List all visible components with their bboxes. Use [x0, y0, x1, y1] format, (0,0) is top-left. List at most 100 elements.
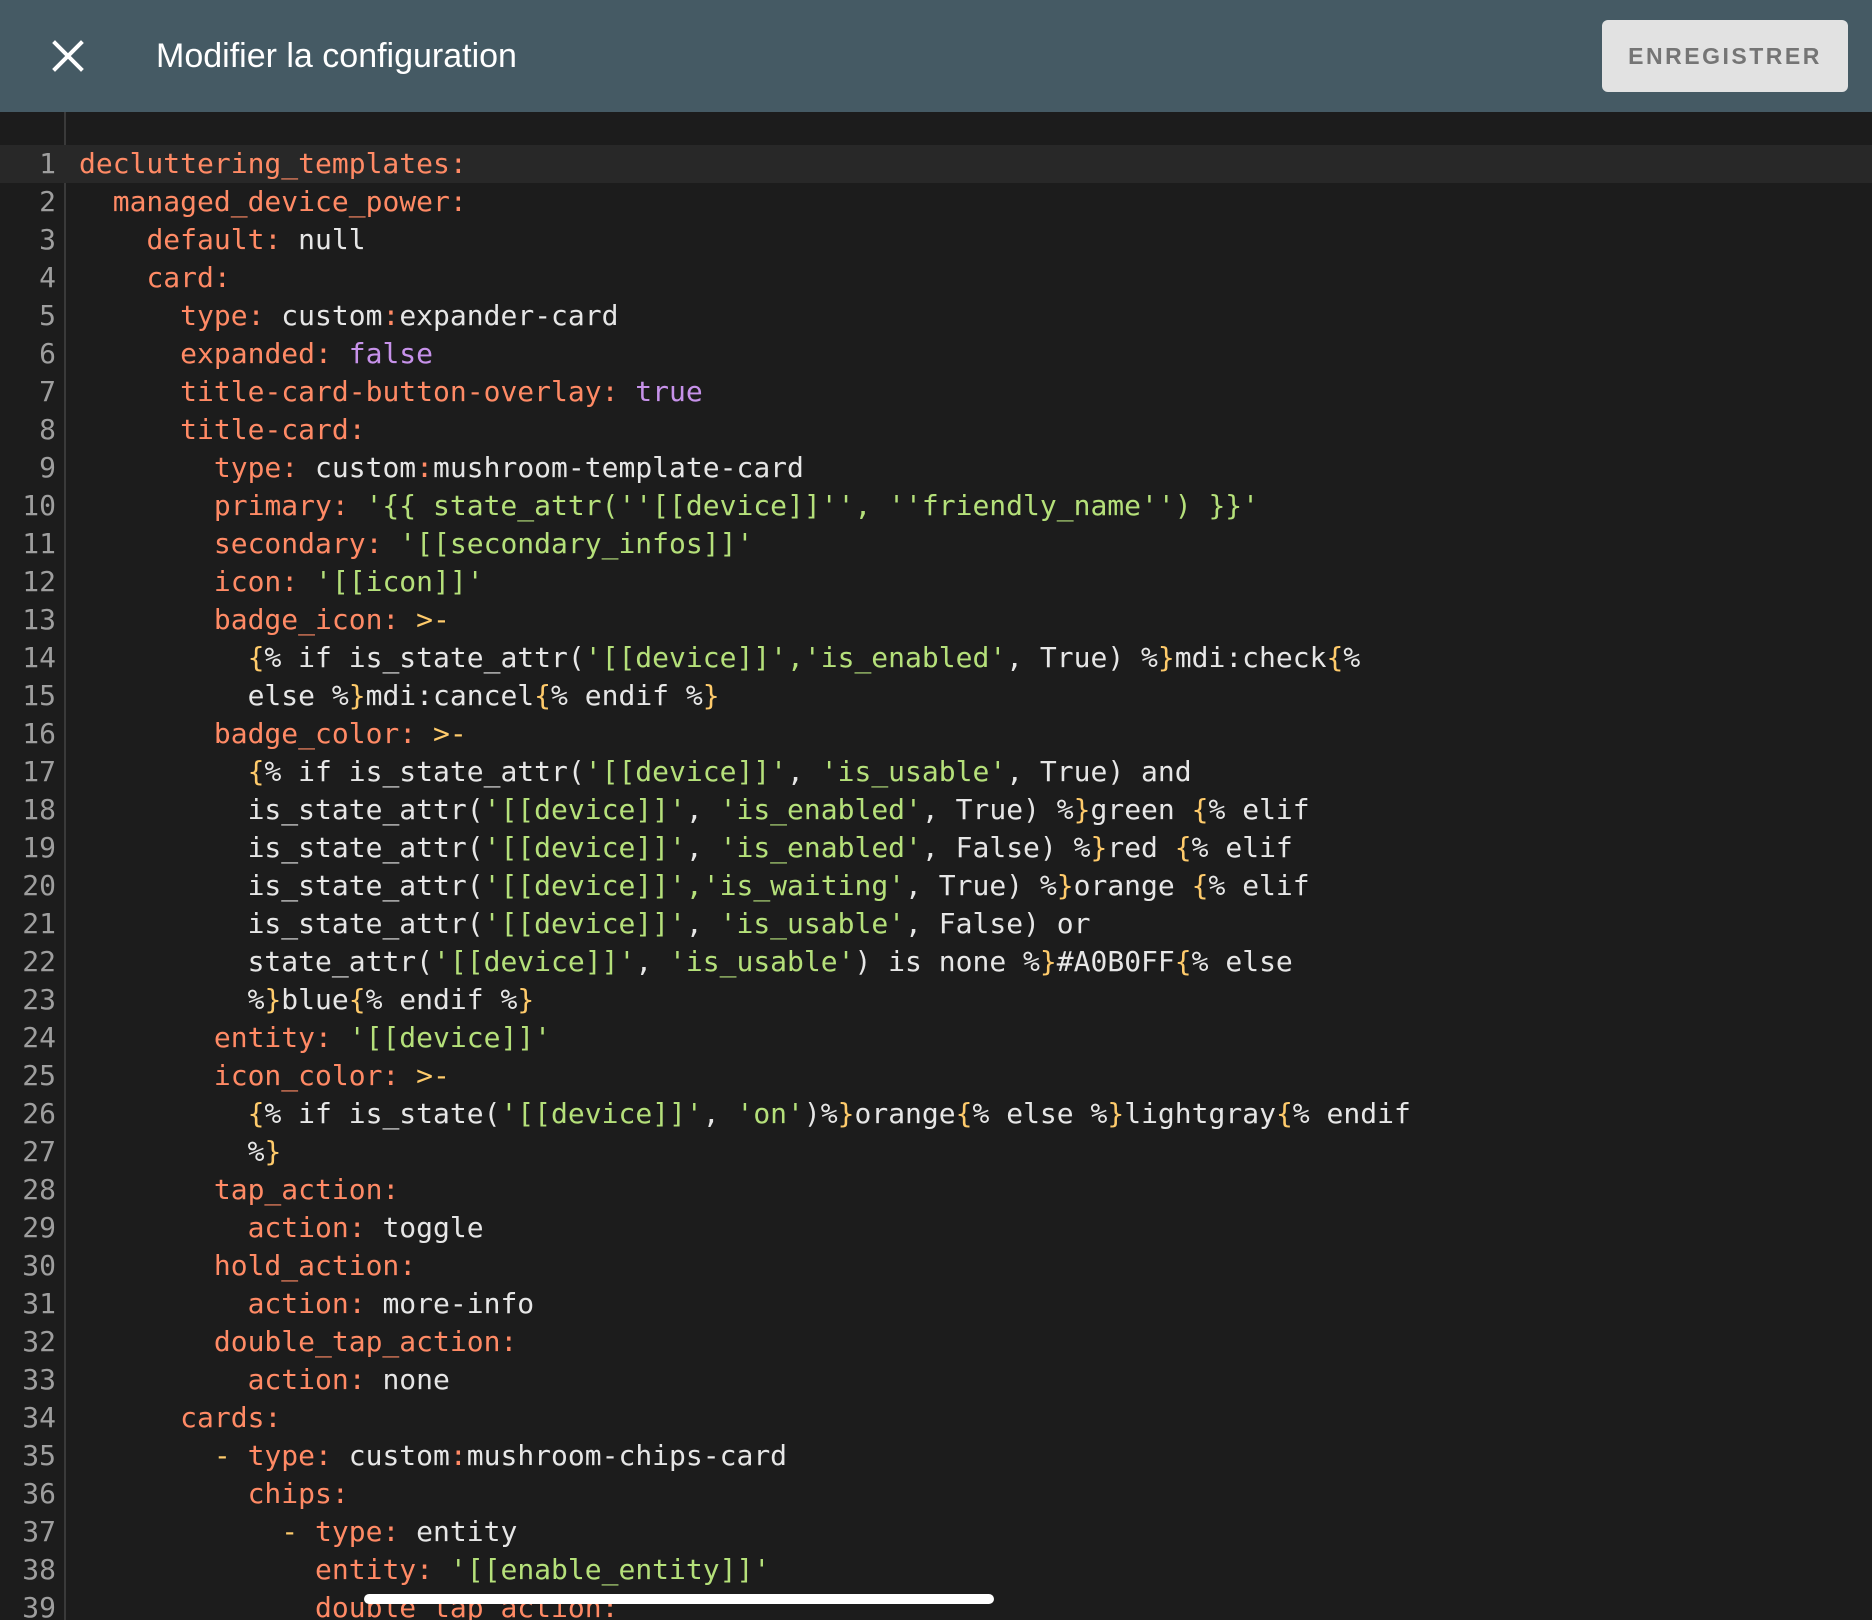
code-line[interactable]: 3 default: null [0, 221, 1872, 259]
code-text[interactable]: secondary: '[[secondary_infos]]' [79, 525, 753, 563]
code-line[interactable]: 21 is_state_attr('[[device]]', 'is_usabl… [0, 905, 1872, 943]
code-line[interactable]: 8 title-card: [0, 411, 1872, 449]
code-token: { [1326, 641, 1344, 674]
code-line[interactable]: 25 icon_color: >- [0, 1057, 1872, 1095]
code-token: 'is_usable' [669, 945, 855, 978]
code-token: '[[device]]','is_enabled' [584, 641, 1007, 674]
code-token: double_tap_action: [213, 1325, 518, 1358]
code-token: % [247, 983, 265, 1016]
code-line[interactable]: 30 hold_action: [0, 1247, 1872, 1285]
line-number: 5 [39, 299, 56, 332]
scroll-indicator[interactable] [364, 1594, 994, 1604]
code-text[interactable]: action: toggle [79, 1209, 484, 1247]
code-text[interactable]: icon: '[[icon]]' [79, 563, 484, 601]
code-line[interactable]: 9 type: custom:mushroom-template-card [0, 449, 1872, 487]
code-line[interactable]: 37 - type: entity [0, 1513, 1872, 1551]
code-token: - [281, 1515, 316, 1548]
code-line[interactable]: 19 is_state_attr('[[device]]', 'is_enabl… [0, 829, 1872, 867]
code-text[interactable]: %}blue{% endif %} [79, 981, 535, 1019]
code-line[interactable]: 36 chips: [0, 1475, 1872, 1513]
code-line[interactable]: 24 entity: '[[device]]' [0, 1019, 1872, 1057]
code-text[interactable]: action: none [79, 1361, 450, 1399]
line-number: 31 [22, 1287, 56, 1320]
code-text[interactable]: card: [79, 259, 230, 297]
code-line[interactable]: 38 entity: '[[enable_entity]]' [0, 1551, 1872, 1589]
code-text[interactable]: state_attr('[[device]]', 'is_usable') is… [79, 943, 1293, 981]
code-text[interactable]: action: more-info [79, 1285, 535, 1323]
code-text[interactable]: is_state_attr('[[device]]', 'is_enabled'… [79, 791, 1310, 829]
code-line[interactable]: 5 type: custom:expander-card [0, 297, 1872, 335]
code-text[interactable]: entity: '[[enable_entity]]' [79, 1551, 770, 1589]
code-text[interactable]: hold_action: [79, 1247, 416, 1285]
code-text[interactable]: is_state_attr('[[device]]','is_waiting',… [79, 867, 1310, 905]
code-line[interactable]: 13 badge_icon: >- [0, 601, 1872, 639]
code-text[interactable]: - type: entity [79, 1513, 517, 1551]
code-line[interactable]: 7 title-card-button-overlay: true [0, 373, 1872, 411]
code-text[interactable]: primary: '{{ state_attr(''[[device]]'', … [79, 487, 1259, 525]
line-number: 14 [22, 641, 56, 674]
code-token: { [1191, 869, 1209, 902]
code-line[interactable]: 15 else %}mdi:cancel{% endif %} [0, 677, 1872, 715]
code-line[interactable]: 2 managed_device_power: [0, 183, 1872, 221]
code-token: { [247, 1097, 265, 1130]
code-line[interactable]: 11 secondary: '[[secondary_infos]]' [0, 525, 1872, 563]
code-token: { [348, 983, 366, 1016]
code-text[interactable]: %} [79, 1133, 282, 1171]
code-line[interactable]: 10 primary: '{{ state_attr(''[[device]]'… [0, 487, 1872, 525]
code-line[interactable]: 22 state_attr('[[device]]', 'is_usable')… [0, 943, 1872, 981]
code-line[interactable]: 29 action: toggle [0, 1209, 1872, 1247]
dialog-title: Modifier la configuration [156, 37, 517, 75]
code-text[interactable]: chips: [79, 1475, 349, 1513]
code-line[interactable]: 6 expanded: false [0, 335, 1872, 373]
code-text[interactable]: double_tap_action: [79, 1323, 517, 1361]
code-text[interactable]: icon_color: >- [79, 1057, 450, 1095]
code-text[interactable]: else %}mdi:cancel{% endif %} [79, 677, 720, 715]
yaml-code-editor[interactable]: 1 decluttering_templates: 2 managed_device… [0, 112, 1872, 1620]
code-text[interactable]: entity: '[[device]]' [79, 1019, 551, 1057]
code-token: state_attr( [247, 945, 434, 978]
line-number: 20 [22, 869, 56, 902]
code-text[interactable]: badge_icon: >- [79, 601, 450, 639]
code-text[interactable]: title-card-button-overlay: true [79, 373, 703, 411]
code-line[interactable]: 28 tap_action: [0, 1171, 1872, 1209]
code-line[interactable]: 14 {% if is_state_attr('[[device]]','is_… [0, 639, 1872, 677]
code-line[interactable]: 23 %}blue{% endif %} [0, 981, 1872, 1019]
code-text[interactable]: title-card: [79, 411, 365, 449]
code-line[interactable]: 20 is_state_attr('[[device]]','is_waitin… [0, 867, 1872, 905]
code-text[interactable]: - type: custom:mushroom-chips-card [79, 1437, 787, 1475]
code-line[interactable]: 34 cards: [0, 1399, 1872, 1437]
code-line[interactable]: 18 is_state_attr('[[device]]', 'is_enabl… [0, 791, 1872, 829]
code-text[interactable]: badge_color: >- [79, 715, 467, 753]
code-line[interactable]: 33 action: none [0, 1361, 1872, 1399]
code-text[interactable]: {% if is_state('[[device]]', 'on')%}oran… [79, 1095, 1411, 1133]
code-text[interactable]: {% if is_state_attr('[[device]]','is_ena… [79, 639, 1361, 677]
code-text[interactable]: cards: [79, 1399, 281, 1437]
code-text[interactable]: tap_action: [79, 1171, 399, 1209]
code-line[interactable]: 16 badge_color: >- [0, 715, 1872, 753]
code-line[interactable]: 31 action: more-info [0, 1285, 1872, 1323]
code-line[interactable]: 17 {% if is_state_attr('[[device]]', 'is… [0, 753, 1872, 791]
code-line[interactable]: 32 double_tap_action: [0, 1323, 1872, 1361]
code-text[interactable]: default: null [79, 221, 365, 259]
code-lines[interactable]: 1 decluttering_templates: 2 managed_device… [0, 145, 1872, 1620]
code-line[interactable]: 27 %} [0, 1133, 1872, 1171]
code-text[interactable]: type: custom:expander-card [79, 297, 618, 335]
code-text[interactable]: decluttering_templates: [79, 145, 467, 183]
code-text[interactable]: {% if is_state_attr('[[device]]', 'is_us… [79, 753, 1192, 791]
close-button[interactable] [44, 30, 92, 82]
code-line[interactable]: 12 icon: '[[icon]]' [0, 563, 1872, 601]
code-text[interactable]: type: custom:mushroom-template-card [79, 449, 804, 487]
code-text[interactable]: is_state_attr('[[device]]', 'is_enabled'… [79, 829, 1293, 867]
code-text[interactable]: expanded: false [79, 335, 433, 373]
code-line[interactable]: 4 card: [0, 259, 1872, 297]
code-line[interactable]: 26 {% if is_state('[[device]]', 'on')%}o… [0, 1095, 1872, 1133]
code-line[interactable]: 1 decluttering_templates: [0, 145, 1872, 183]
code-text[interactable]: managed_device_power: [79, 183, 467, 221]
code-line[interactable]: 35 - type: custom:mushroom-chips-card [0, 1437, 1872, 1475]
save-button[interactable]: ENREGISTRER [1602, 20, 1848, 92]
code-text[interactable]: is_state_attr('[[device]]', 'is_usable',… [79, 905, 1091, 943]
line-number: 34 [22, 1401, 56, 1434]
